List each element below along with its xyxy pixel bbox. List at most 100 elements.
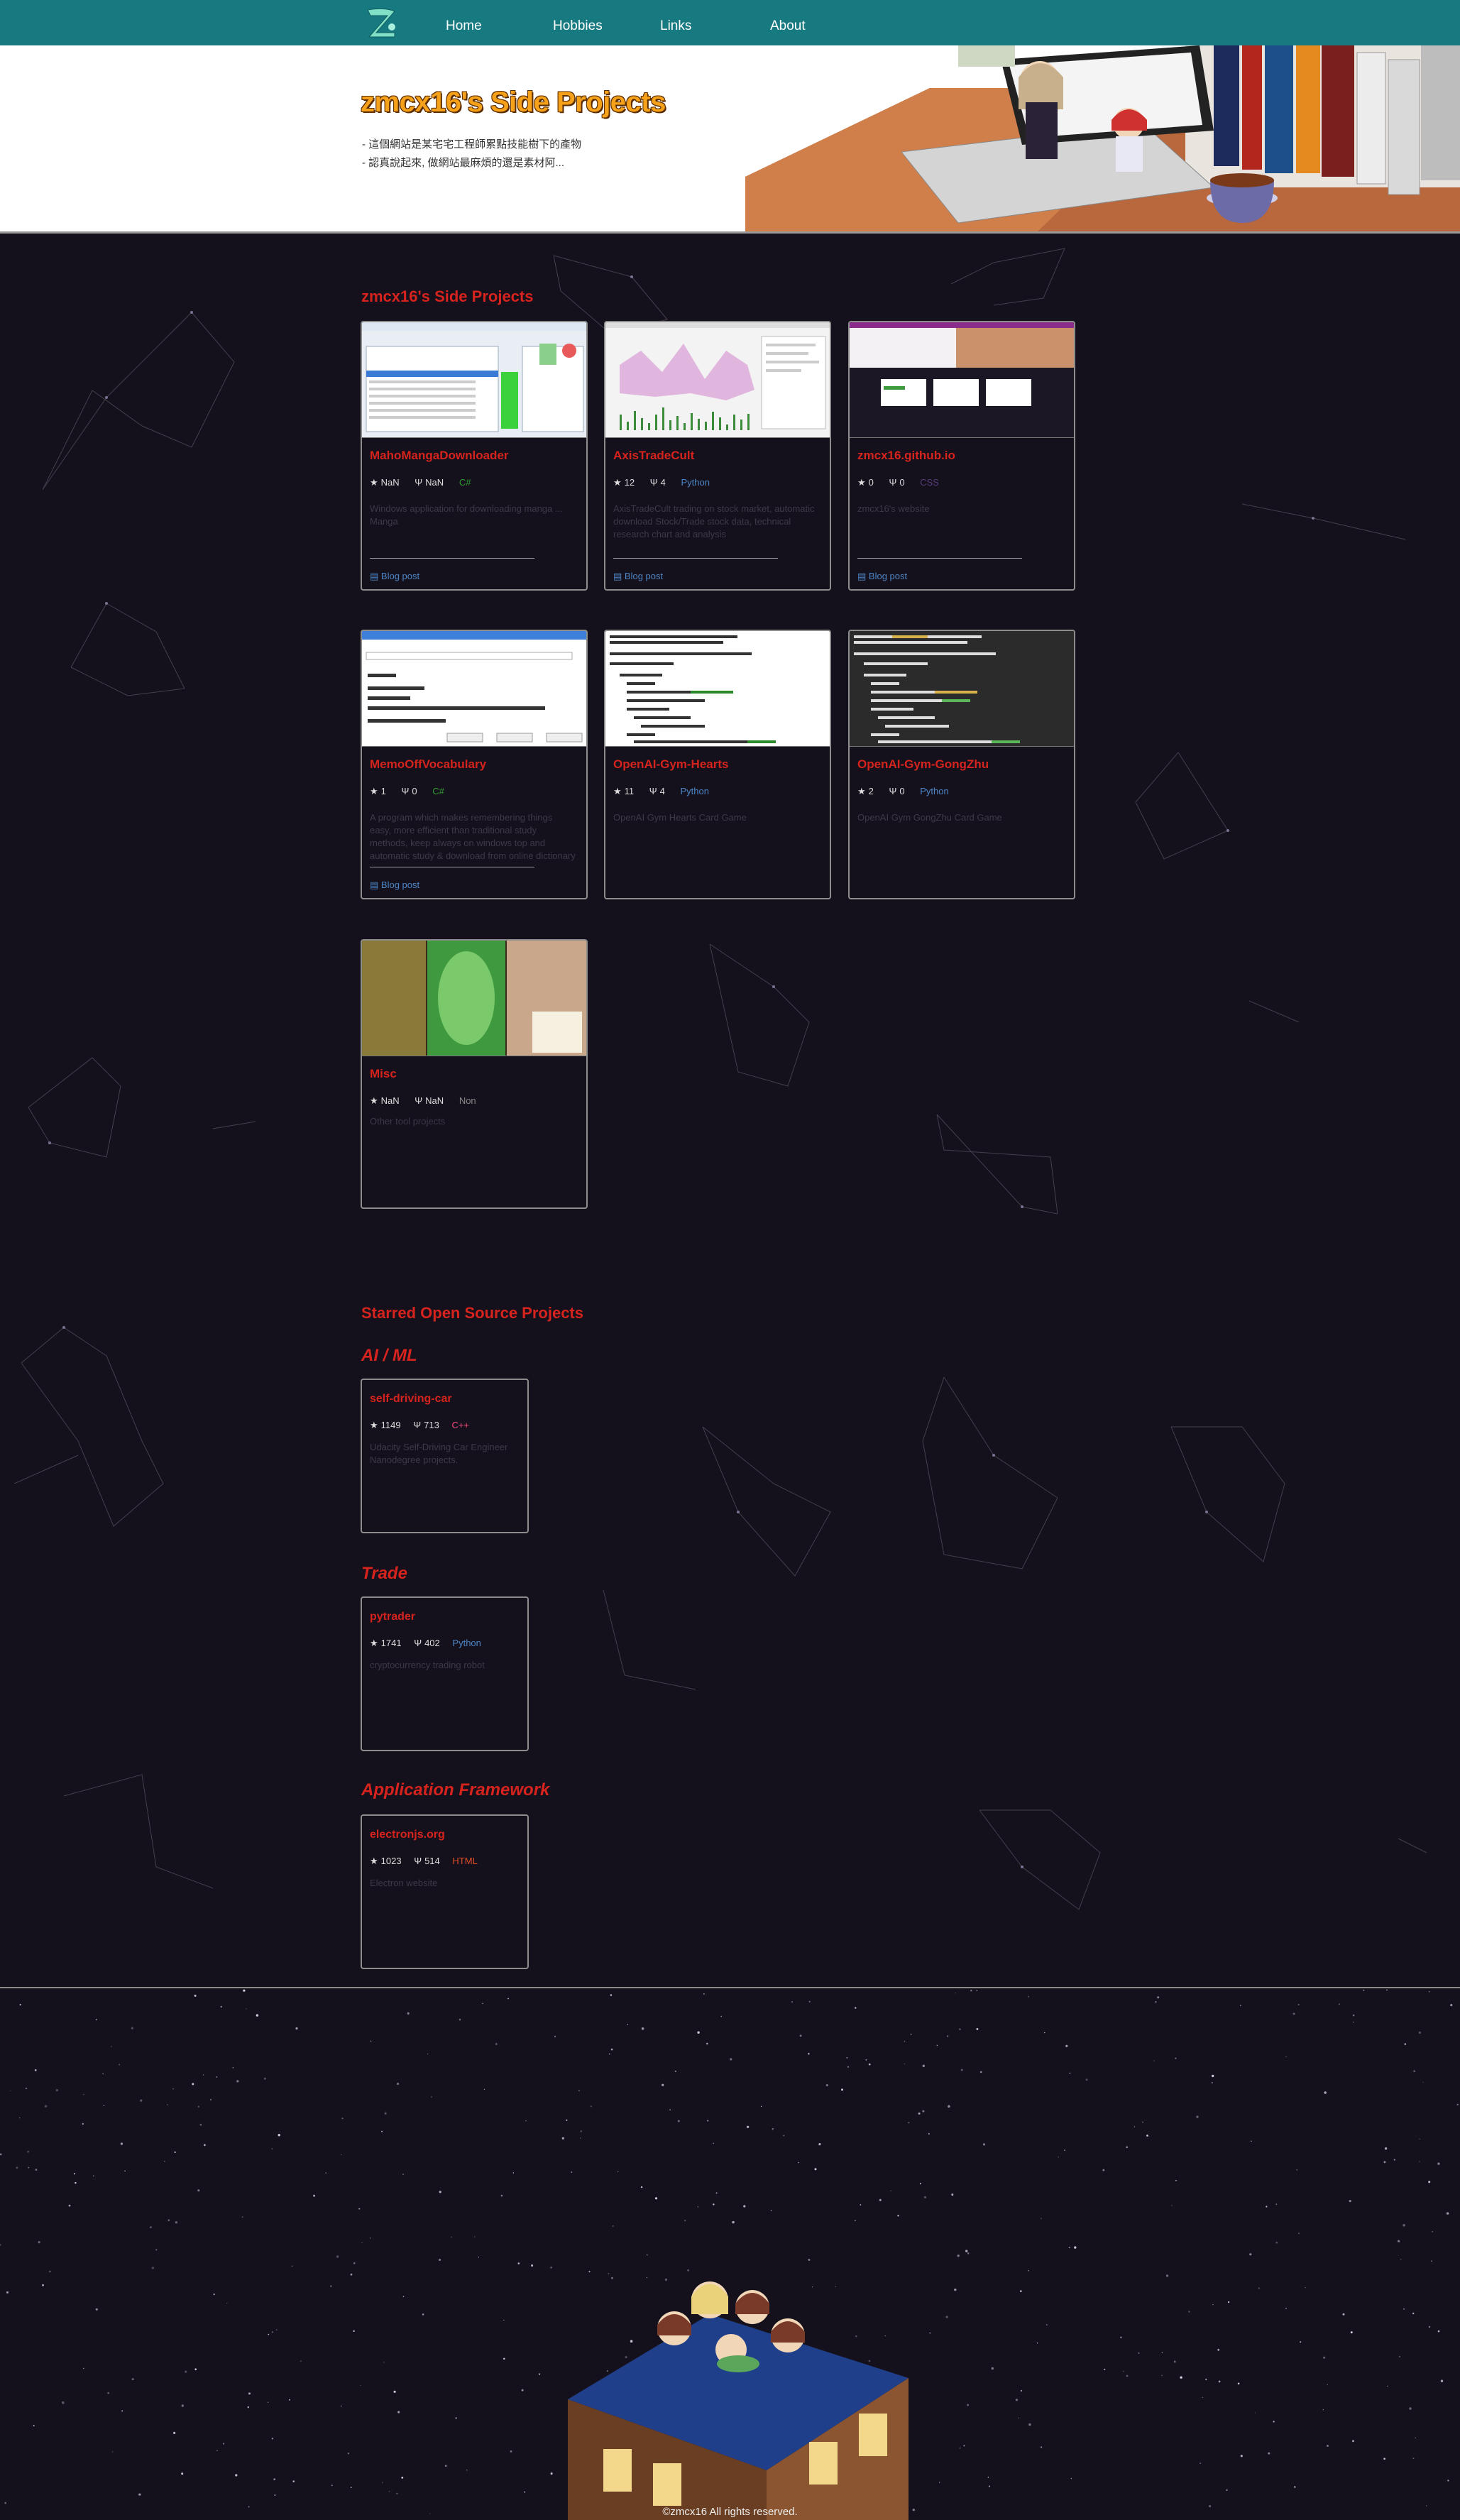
star-icon: ★	[370, 786, 378, 796]
project-stats: ★ NaN Ψ NaN C#	[370, 477, 483, 488]
star-count: 2	[868, 786, 874, 796]
project-language: CSS	[920, 477, 939, 488]
site-logo-icon[interactable]	[363, 6, 399, 40]
group-title-trade: Trade	[361, 1564, 407, 1583]
house-illustration	[568, 2281, 909, 2520]
star-icon: ★	[370, 1638, 378, 1648]
blog-post-link[interactable]: ▤ Blog post	[370, 571, 419, 582]
nav-links-link[interactable]: Links	[660, 18, 691, 34]
star-count: 1	[380, 786, 386, 796]
project-description: cryptocurrency trading robot	[370, 1660, 485, 1670]
nav-about-link[interactable]: About	[770, 18, 806, 34]
project-language: Non	[459, 1095, 476, 1106]
project-name[interactable]: Misc	[370, 1067, 397, 1081]
star-icon: ★	[370, 1095, 378, 1106]
project-card-memooffvocabulary[interactable]: MemoOffVocabulary ★ 1 Ψ0 C# A program whi…	[361, 630, 588, 899]
fork-count: 713	[424, 1420, 439, 1430]
project-description: Windows application for downloading mang…	[370, 503, 563, 527]
star-count: 1023	[380, 1856, 402, 1866]
banner-line-2: - 認真說起來, 做網站最麻煩的還是素材阿...	[362, 157, 565, 169]
card-divider	[857, 558, 1022, 559]
section-divider	[0, 1987, 1460, 1988]
project-card-zmcx16-github-io[interactable]: zmcx16.github.io ★ 0 Ψ0 CSS zmcx16's webs…	[848, 321, 1075, 591]
project-stats: ★ 12 Ψ4 Python	[613, 477, 723, 488]
blog-post-link[interactable]: ▤ Blog post	[613, 571, 663, 582]
fork-count: 402	[424, 1638, 440, 1648]
project-card-misc[interactable]: Misc ★ NaN Ψ NaN Non Other tool projects	[361, 939, 588, 1209]
blog-post-label: Blog post	[380, 571, 420, 581]
project-description: zmcx16's website	[857, 503, 930, 514]
fork-icon: Ψ	[889, 786, 897, 796]
project-language: Python	[680, 786, 709, 796]
star-icon: ★	[857, 786, 866, 796]
oss-card-pytrader[interactable]: pytrader ★ 1741 Ψ 402 Python cryptocurrenc…	[361, 1596, 529, 1751]
project-description: A program which makes remembering things…	[370, 812, 576, 861]
fork-icon: Ψ	[889, 477, 897, 488]
project-name[interactable]: OpenAI-Gym-Hearts	[613, 757, 728, 772]
fork-icon: Ψ	[413, 1420, 422, 1430]
star-count: 1741	[380, 1638, 402, 1648]
project-name[interactable]: AxisTradeCult	[613, 449, 694, 463]
project-description: OpenAI Gym GongZhu Card Game	[857, 812, 1002, 823]
star-icon: ★	[370, 1420, 378, 1430]
blog-post-link[interactable]: ▤ Blog post	[857, 571, 907, 582]
project-card-openai-gym-hearts[interactable]: OpenAI-Gym-Hearts ★ 11 Ψ4 Python OpenAI G…	[604, 630, 831, 899]
nav-hobbies-link[interactable]: Hobbies	[553, 18, 603, 34]
project-description: Other tool projects	[370, 1116, 446, 1127]
group-title-ai-ml: AI / ML	[361, 1346, 417, 1365]
oss-card-electronjs-org[interactable]: electronjs.org ★ 1023 Ψ 514 HTML Electron …	[361, 1814, 529, 1969]
project-stats: ★ 2 Ψ0 Python	[857, 786, 962, 797]
project-name[interactable]: MemoOffVocabulary	[370, 757, 486, 772]
project-thumbnail	[605, 631, 830, 747]
star-icon: ★	[613, 477, 622, 488]
fork-count: 0	[899, 786, 905, 796]
project-language: HTML	[452, 1856, 478, 1866]
project-name[interactable]: MahoMangaDownloader	[370, 449, 509, 463]
fork-icon: Ψ	[415, 477, 423, 488]
fork-count: 514	[424, 1856, 440, 1866]
banner-title: zmcx16's Side Projects	[361, 87, 666, 118]
project-stats: ★ 11 Ψ4 Python	[613, 786, 722, 797]
project-name[interactable]: OpenAI-Gym-GongZhu	[857, 757, 989, 772]
project-thumbnail	[362, 631, 586, 747]
fork-count: 4	[659, 786, 665, 796]
project-card-axistradecult[interactable]: AxisTradeCult ★ 12 Ψ4 Python AxisTradeCul…	[604, 321, 831, 591]
project-thumbnail	[362, 941, 586, 1056]
project-stats: ★ 0 Ψ0 CSS	[857, 477, 952, 488]
project-name[interactable]: pytrader	[370, 1611, 415, 1623]
star-count: 12	[624, 477, 635, 488]
project-stats: ★ 1 Ψ0 C#	[370, 786, 457, 797]
project-name[interactable]: electronjs.org	[370, 1829, 445, 1841]
group-title-application-framework: Application Framework	[361, 1780, 550, 1799]
card-divider	[370, 558, 534, 559]
fork-icon: Ψ	[415, 1095, 423, 1106]
blog-post-label: Blog post	[380, 880, 420, 890]
oss-card-self-driving-car[interactable]: self-driving-car ★ 1149 Ψ 713 C++ Udacity …	[361, 1379, 529, 1533]
star-count: 0	[868, 477, 874, 488]
project-thumbnail	[850, 322, 1074, 438]
project-description: AxisTradeCult trading on stock market, a…	[613, 503, 815, 539]
project-name[interactable]: self-driving-car	[370, 1393, 452, 1406]
header-banner: zmcx16's Side Projects - 這個網站是某宅宅工程師累點技能…	[0, 45, 1460, 233]
project-language: Python	[920, 786, 949, 796]
project-card-mahomangadownloader[interactable]: MahoMangaDownloader ★ NaN Ψ NaN C# Windows…	[361, 321, 588, 591]
fork-count: 4	[660, 477, 666, 488]
project-language: C++	[451, 1420, 470, 1430]
project-language: Python	[681, 477, 710, 488]
star-count: 1149	[380, 1420, 401, 1430]
project-card-openai-gym-gongzhu[interactable]: OpenAI-Gym-GongZhu ★ 2 Ψ0 Python OpenAI G…	[848, 630, 1075, 899]
project-description: Udacity Self-Driving Car Engineer Nanode…	[370, 1442, 508, 1465]
banner-illustration	[745, 45, 1460, 233]
star-icon: ★	[370, 1856, 378, 1866]
project-stats: ★ 1023 Ψ 514 HTML	[370, 1856, 488, 1867]
document-icon: ▤	[613, 571, 622, 581]
fork-count: NaN	[425, 1095, 444, 1106]
banner-line-1: - 這個網站是某宅宅工程師累點技能樹下的產物	[362, 138, 582, 150]
project-description: Electron website	[370, 1878, 438, 1888]
project-name[interactable]: zmcx16.github.io	[857, 449, 955, 463]
blog-post-link[interactable]: ▤ Blog post	[370, 880, 419, 891]
star-icon: ★	[370, 477, 378, 488]
document-icon: ▤	[857, 571, 867, 581]
blog-post-label: Blog post	[868, 571, 908, 581]
nav-home-link[interactable]: Home	[446, 18, 482, 34]
